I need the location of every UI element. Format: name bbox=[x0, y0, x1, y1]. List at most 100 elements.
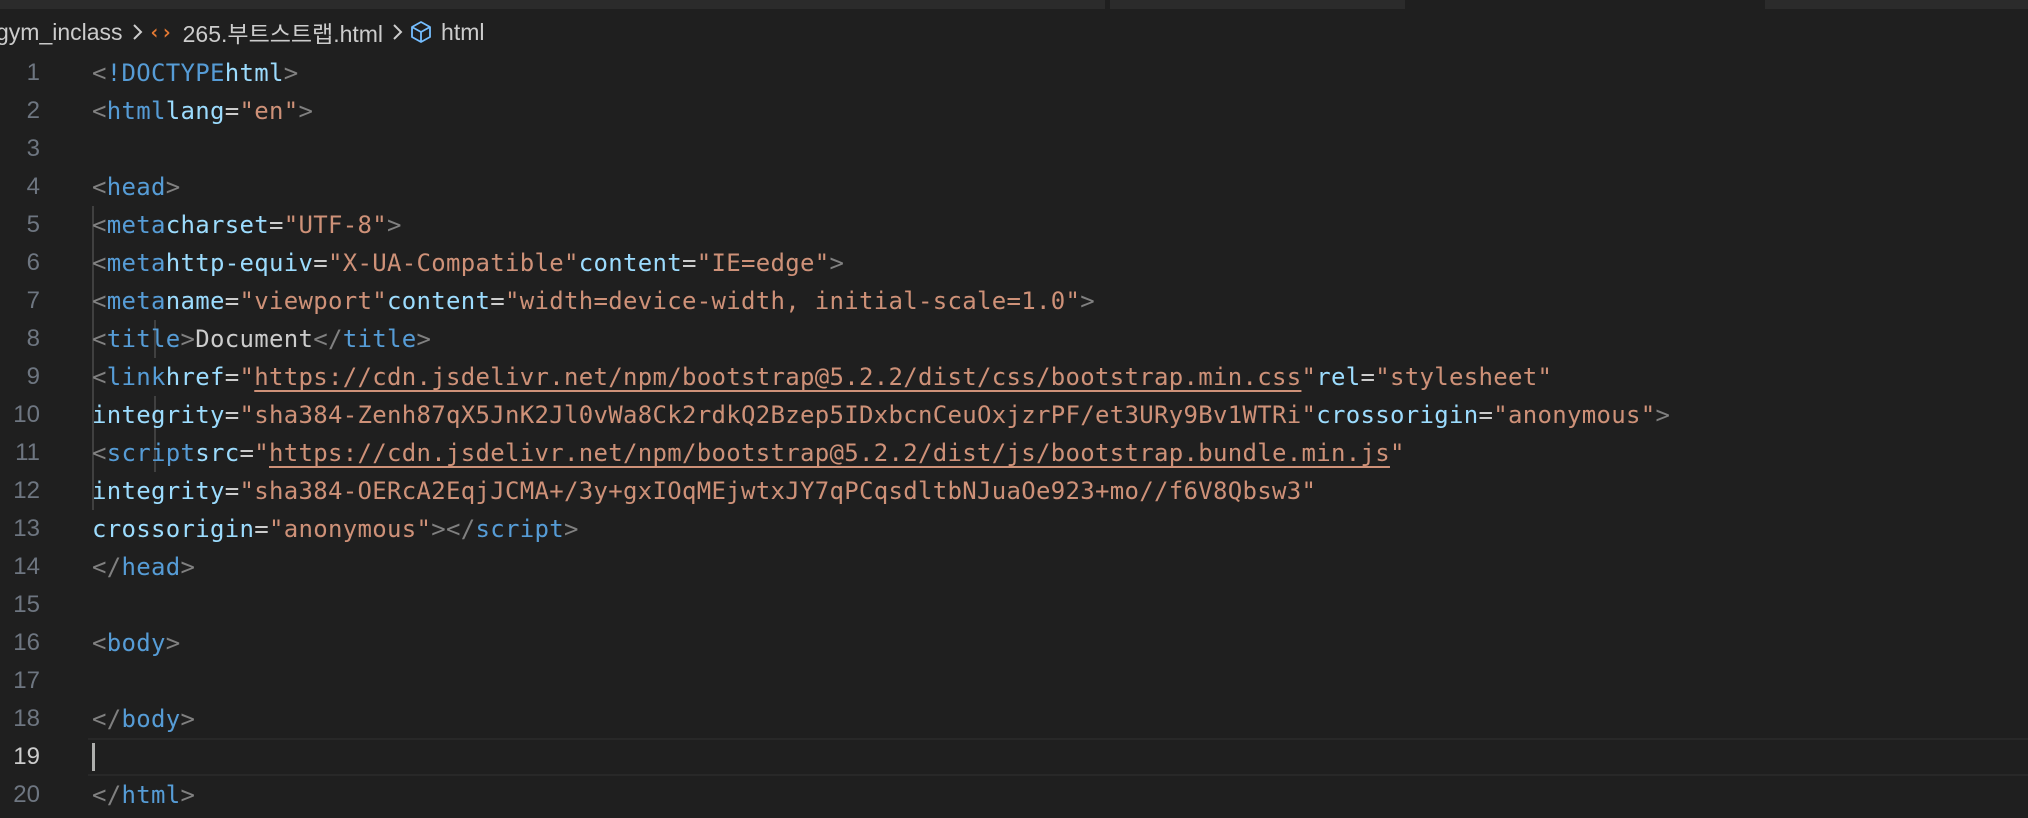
chevron-right-icon bbox=[131, 23, 143, 41]
code-line[interactable]: 2 < html lang = "en" > bbox=[0, 92, 2028, 130]
tag-name: script bbox=[106, 439, 196, 467]
line-number: 10 bbox=[13, 401, 40, 428]
editor-tab-strip bbox=[0, 0, 2028, 9]
tag-name: script bbox=[475, 515, 564, 543]
code-line[interactable]: 13 crossorigin = "anonymous" ></script > bbox=[0, 510, 2028, 548]
attribute-value: "X-UA-Compatible" bbox=[328, 249, 579, 277]
line-number: 5 bbox=[26, 211, 40, 238]
code-line[interactable]: 14 </head > bbox=[0, 548, 2028, 586]
code-line[interactable]: 4 < head > bbox=[0, 168, 2028, 206]
breadcrumb-symbol[interactable]: html bbox=[409, 18, 485, 46]
code-line[interactable]: 16 < body > bbox=[0, 624, 2028, 662]
tag-name: link bbox=[106, 363, 166, 391]
attribute-value: "sha384-OERcA2EqjJCMA+/3y+gxIOqMEjwtxJY7… bbox=[239, 477, 1317, 505]
symbol-class-icon bbox=[409, 20, 433, 44]
code-line[interactable]: 8 < title > Document </title > bbox=[0, 320, 2028, 358]
code-line[interactable]: 20 </html > bbox=[0, 776, 2028, 814]
line-content: < head > bbox=[92, 173, 181, 201]
line-number: 6 bbox=[26, 249, 40, 276]
attribute-value: "width=device-width, initial-scale=1.0" bbox=[505, 287, 1081, 315]
attribute-name: name bbox=[165, 287, 225, 315]
line-content: < meta name = "viewport" content = "width=dev… bbox=[92, 287, 1095, 315]
attribute-name: http-equiv bbox=[165, 249, 314, 277]
line-content: < html lang = "en" > bbox=[92, 97, 314, 125]
tag-name: html bbox=[106, 97, 166, 125]
attribute-name: crossorigin bbox=[92, 515, 255, 543]
line-number: 15 bbox=[13, 591, 40, 618]
tag-name: body bbox=[121, 705, 181, 733]
line-content: < meta charset = "UTF-8" > bbox=[92, 211, 402, 239]
line-content: integrity = "sha384-OERcA2EqjJCMA+/3y+gxIO… bbox=[92, 477, 1317, 505]
code-line[interactable]: 5 < meta charset = "UTF-8" > bbox=[0, 206, 2028, 244]
tag-name: head bbox=[121, 553, 181, 581]
code-editor[interactable]: 1 < !DOCTYPE html > 2 < html lang = "en" > 3 4… bbox=[0, 54, 2028, 818]
line-content: < !DOCTYPE html > bbox=[92, 59, 299, 87]
line-content: < body > bbox=[92, 629, 181, 657]
line-content: < link href = " https://cdn.jsdelivr.net/npm… bbox=[92, 363, 1553, 391]
attribute-name: charset bbox=[165, 211, 269, 239]
attribute-name: content bbox=[578, 249, 682, 277]
tab-strip-segment bbox=[1110, 0, 1405, 9]
attribute-value: "IE=edge" bbox=[696, 249, 830, 277]
code-line[interactable]: 12 integrity = "sha384-OERcA2EqjJCMA+/3y+g… bbox=[0, 472, 2028, 510]
tag-name: meta bbox=[106, 249, 166, 277]
attribute-name: integrity bbox=[92, 477, 225, 505]
attribute-name: rel bbox=[1316, 363, 1361, 391]
code-line[interactable]: 15 bbox=[0, 586, 2028, 624]
breadcrumb: gym_inclass ‹› 265.부트스트랩.html html bbox=[0, 14, 485, 50]
code-line[interactable]: 6 < meta http-equiv = "X-UA-Compatible" con… bbox=[0, 244, 2028, 282]
code-line[interactable]: 9 < link href = " https://cdn.jsdelivr.net/n… bbox=[0, 358, 2028, 396]
attribute-value: "anonymous" bbox=[1493, 401, 1656, 429]
attribute-value: "en" bbox=[239, 97, 299, 125]
code-line-current[interactable]: 19 bbox=[0, 738, 2028, 776]
doctype-keyword: !DOCTYPE bbox=[106, 59, 225, 87]
code-line[interactable]: 18 </body > bbox=[0, 700, 2028, 738]
line-content: crossorigin = "anonymous" ></script > bbox=[92, 515, 579, 543]
line-content: </head > bbox=[92, 553, 196, 581]
attribute-name: content bbox=[387, 287, 491, 315]
line-content: < meta http-equiv = "X-UA-Compatible" conte… bbox=[92, 249, 845, 277]
attribute-name: href bbox=[165, 363, 225, 391]
line-number: 17 bbox=[13, 667, 40, 694]
line-number: 13 bbox=[13, 515, 40, 542]
code-line[interactable]: 17 bbox=[0, 662, 2028, 700]
attribute-name: lang bbox=[165, 97, 225, 125]
code-line[interactable]: 7 < meta name = "viewport" content = "width=d… bbox=[0, 282, 2028, 320]
line-content: integrity = "sha384-Zenh87qX5JnK2Jl0vWa8Ck… bbox=[92, 401, 1671, 429]
html-file-icon: ‹› bbox=[148, 20, 173, 44]
doctype-value: html bbox=[224, 59, 284, 87]
tab-strip-segment bbox=[1765, 0, 2028, 9]
tag-name: head bbox=[106, 173, 166, 201]
line-number: 20 bbox=[13, 781, 40, 808]
tag-name: meta bbox=[106, 287, 166, 315]
line-number: 8 bbox=[26, 325, 40, 352]
tab-strip-segment bbox=[0, 0, 1105, 9]
attribute-name: integrity bbox=[92, 401, 225, 429]
breadcrumb-file[interactable]: ‹› 265.부트스트랩.html bbox=[149, 15, 384, 49]
breadcrumb-symbol-label: html bbox=[441, 18, 485, 45]
tag-name: title bbox=[342, 325, 417, 353]
line-number: 19 bbox=[13, 743, 40, 770]
line-content: </body > bbox=[92, 705, 196, 733]
line-content: < script src = " https://cdn.jsdelivr.net/np… bbox=[92, 439, 1405, 467]
tag-name: title bbox=[106, 325, 181, 353]
tag-name: html bbox=[121, 781, 181, 809]
attribute-value: "UTF-8" bbox=[283, 211, 387, 239]
breadcrumb-folder[interactable]: gym_inclass bbox=[0, 19, 123, 46]
link-url[interactable]: https://cdn.jsdelivr.net/npm/bootstrap@5… bbox=[254, 363, 1301, 391]
line-content: </html > bbox=[92, 781, 196, 809]
chevron-right-icon bbox=[391, 23, 403, 41]
attribute-name: src bbox=[195, 439, 240, 467]
line-number: 14 bbox=[13, 553, 40, 580]
code-line[interactable]: 10 integrity = "sha384-Zenh87qX5JnK2Jl0vWa… bbox=[0, 396, 2028, 434]
attribute-name: crossorigin bbox=[1316, 401, 1479, 429]
code-line[interactable]: 1 < !DOCTYPE html > bbox=[0, 54, 2028, 92]
line-number: 2 bbox=[26, 97, 40, 124]
line-number: 11 bbox=[15, 439, 40, 466]
tag-name: body bbox=[106, 629, 166, 657]
code-line[interactable]: 3 bbox=[0, 130, 2028, 168]
code-line[interactable]: 11 < script src = " https://cdn.jsdelivr.net… bbox=[0, 434, 2028, 472]
line-content: < title > Document </title > bbox=[92, 325, 432, 353]
link-url[interactable]: https://cdn.jsdelivr.net/npm/bootstrap@5… bbox=[269, 439, 1390, 467]
line-number: 12 bbox=[13, 477, 40, 504]
